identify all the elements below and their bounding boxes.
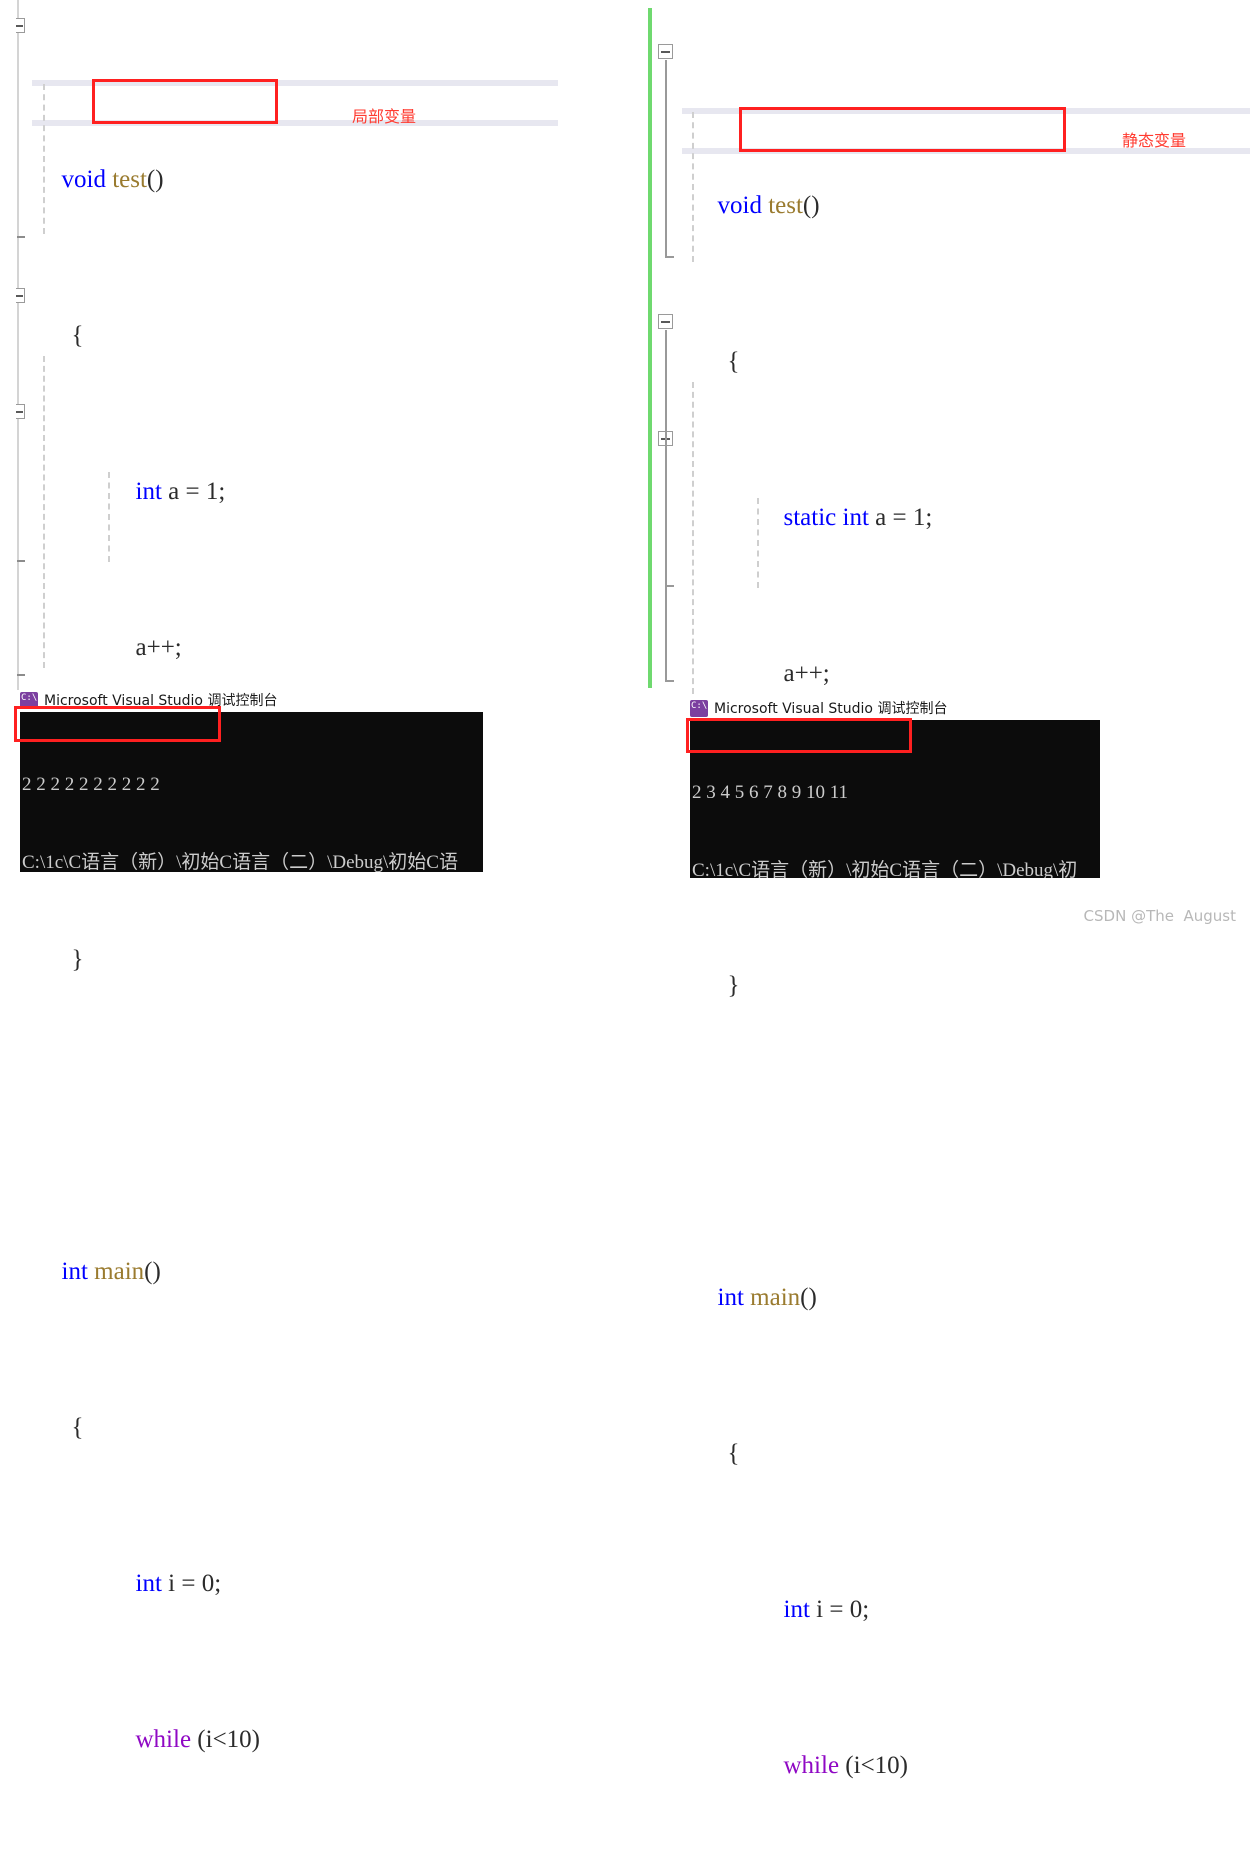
- keyword-void: void: [61, 166, 106, 193]
- annotation-static-variable: 静态变量: [1122, 131, 1187, 150]
- brace-close: }: [727, 972, 740, 999]
- function-name-test: test: [105, 166, 147, 193]
- function-name-test: test: [761, 192, 803, 219]
- declaration-rest: i = 0;: [161, 1570, 222, 1597]
- brace-open: {: [727, 1440, 740, 1467]
- keyword-static-int: static int: [783, 504, 869, 531]
- keyword-int: int: [135, 1570, 162, 1597]
- increment-statement: a++;: [135, 634, 182, 661]
- console-output-values: 2 2 2 2 2 2 2 2 2 2: [22, 774, 160, 795]
- left-example-panel: void test() { int a = 1; a++; printf("%d…: [0, 0, 620, 1753]
- brace-open: {: [71, 322, 84, 349]
- highlight-box-local-variable: [92, 79, 278, 124]
- code-line: while (i<10): [640, 1707, 1250, 1779]
- parens: (): [144, 1258, 161, 1285]
- code-line: while (i<10): [0, 1681, 620, 1753]
- csdn-watermark: CSDN @The August: [1083, 907, 1236, 925]
- console-app-icon: C:\: [690, 699, 708, 717]
- code-line: {: [640, 303, 1250, 375]
- keyword-int: int: [717, 1284, 744, 1311]
- code-line: a++;: [0, 589, 620, 661]
- parens: (): [800, 1284, 817, 1311]
- console-title-text: Microsoft Visual Studio 调试控制台: [714, 701, 948, 717]
- keyword-int: int: [135, 478, 162, 505]
- code-line: int main(): [0, 1213, 620, 1285]
- console-output-values: 2 3 4 5 6 7 8 9 10 11: [692, 782, 849, 803]
- keyword-int: int: [783, 1596, 810, 1623]
- code-line: {: [0, 1369, 620, 1441]
- increment-statement: a++;: [783, 660, 830, 687]
- code-line: int main(): [640, 1239, 1250, 1311]
- right-example-panel: void test() { static int a = 1; a++; pri…: [640, 0, 1250, 1779]
- function-name-main: main: [743, 1284, 801, 1311]
- while-condition: (i<10): [191, 1726, 260, 1753]
- console-output-path: C:\1c\C语言（新）\初始C语言（二）\Debug\初: [692, 860, 1078, 878]
- code-line: int i = 0;: [0, 1525, 620, 1597]
- keyword-void: void: [717, 192, 762, 219]
- keyword-int: int: [61, 1258, 88, 1285]
- code-line: int i = 0;: [640, 1551, 1250, 1623]
- code-line: {: [640, 1863, 1250, 1870]
- keyword-while: while: [135, 1726, 192, 1753]
- code-editor-left[interactable]: void test() { int a = 1; a++; printf("%d…: [0, 4, 620, 1870]
- console-titlebar: C:\ Microsoft Visual Studio 调试控制台: [690, 696, 1100, 720]
- code-line-static-decl: static int a = 1;: [640, 459, 1250, 531]
- parens: (): [802, 192, 820, 219]
- brace-open: {: [727, 348, 740, 375]
- keyword-while: while: [783, 1752, 840, 1779]
- highlight-box-console-output-right: [686, 718, 912, 753]
- brace-close: }: [71, 946, 84, 973]
- annotation-local-variable: 局部变量: [352, 107, 417, 126]
- code-line: {: [0, 1837, 620, 1870]
- code-line: void test(): [640, 147, 1250, 219]
- declaration-rest: a = 1;: [161, 478, 226, 505]
- parens: (): [146, 166, 164, 193]
- highlight-box-console-output-left: [14, 706, 221, 742]
- code-line: {: [0, 277, 620, 349]
- brace-open: {: [71, 1414, 84, 1441]
- code-line: }: [0, 901, 620, 973]
- code-line: }: [640, 927, 1250, 999]
- code-editor-right[interactable]: void test() { static int a = 1; a++; pri…: [640, 30, 1250, 1870]
- code-line: void test(): [0, 121, 620, 193]
- declaration-rest: a = 1;: [868, 504, 933, 531]
- highlight-box-static-variable: [739, 107, 1066, 152]
- code-line-local-decl: int a = 1;: [0, 433, 620, 505]
- declaration-rest: i = 0;: [809, 1596, 870, 1623]
- code-line: {: [640, 1395, 1250, 1467]
- while-condition: (i<10): [839, 1752, 908, 1779]
- code-line: a++;: [640, 615, 1250, 687]
- console-output-path: C:\1c\C语言（新）\初始C语言（二）\Debug\初始C语: [22, 852, 458, 872]
- function-name-main: main: [87, 1258, 145, 1285]
